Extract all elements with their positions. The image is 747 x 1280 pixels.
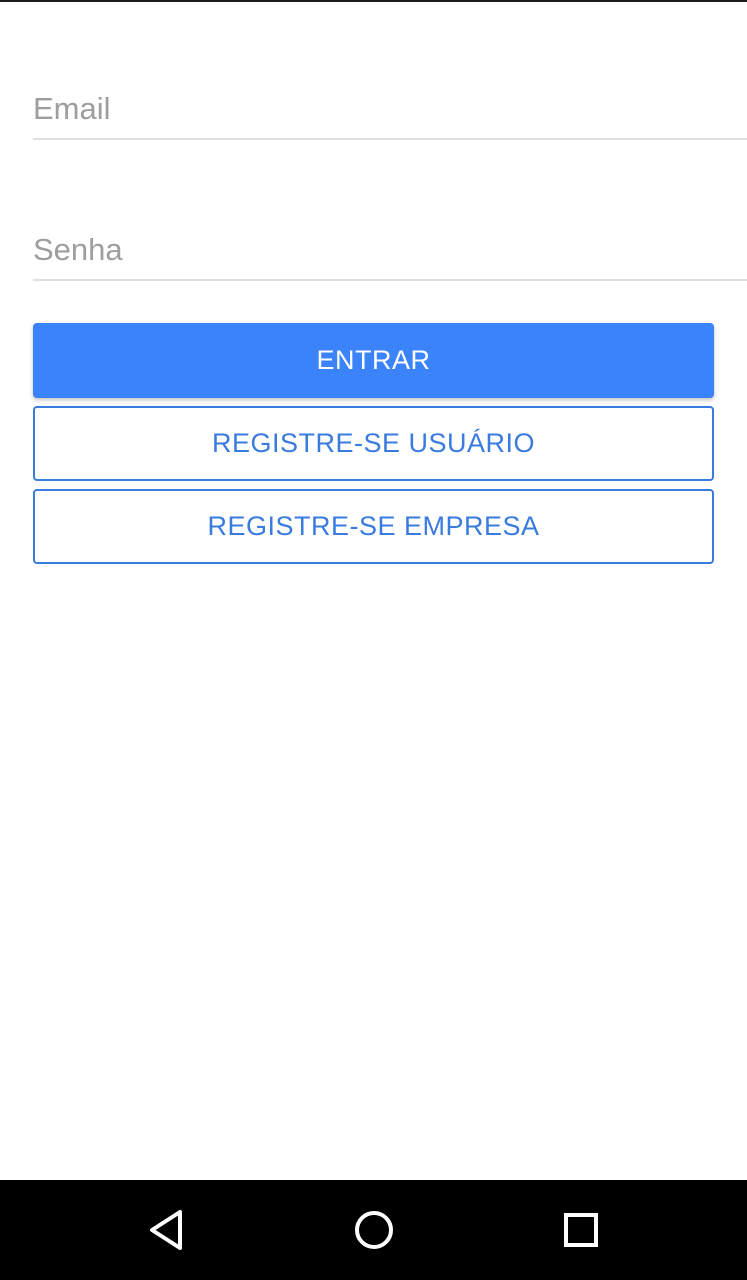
recent-apps-button[interactable]	[551, 1200, 611, 1260]
back-triangle-icon	[150, 1210, 182, 1250]
home-button[interactable]	[344, 1200, 404, 1260]
email-field[interactable]	[33, 80, 747, 138]
login-button[interactable]: ENTRAR	[33, 323, 714, 398]
email-field-underline	[33, 138, 747, 140]
home-circle-icon	[355, 1211, 393, 1249]
password-field-container	[33, 221, 747, 281]
login-screen: ENTRAR REGISTRE-SE USUÁRIO REGISTRE-SE E…	[0, 0, 747, 1280]
register-user-button[interactable]: REGISTRE-SE USUÁRIO	[33, 406, 714, 481]
password-field-underline	[33, 279, 747, 281]
register-company-button[interactable]: REGISTRE-SE EMPRESA	[33, 489, 714, 564]
system-navigation-bar	[0, 1180, 747, 1280]
password-field[interactable]	[33, 221, 747, 279]
email-field-container	[33, 80, 747, 140]
top-edge-divider	[0, 0, 747, 2]
recent-apps-square-icon	[564, 1213, 598, 1247]
back-button[interactable]	[136, 1200, 196, 1260]
